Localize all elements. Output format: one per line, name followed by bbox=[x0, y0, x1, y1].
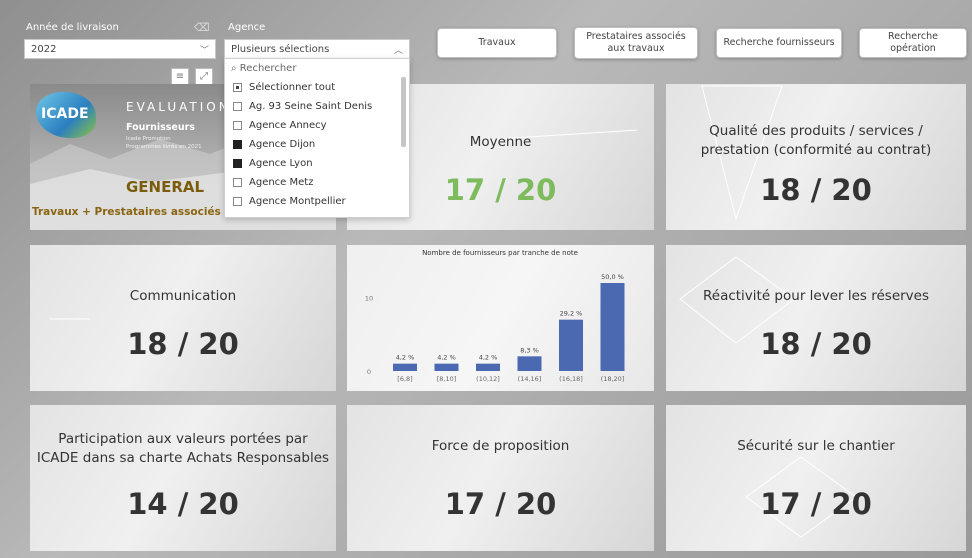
checkbox[interactable] bbox=[233, 196, 242, 206]
data-label: 8,3 % bbox=[520, 346, 539, 354]
checkbox[interactable] bbox=[233, 101, 242, 111]
bar bbox=[393, 363, 417, 371]
icade-logo-text: ICADE bbox=[41, 106, 89, 122]
agency-option-label: Ag. 93 Seine Saint Denis bbox=[249, 100, 373, 112]
checkbox[interactable] bbox=[233, 139, 242, 149]
agency-option[interactable]: Ag. 93 Seine Saint Denis bbox=[233, 98, 372, 114]
agency-select[interactable]: Plusieurs sélections ︿ bbox=[224, 39, 410, 59]
bar bbox=[517, 356, 542, 371]
x-tick-label: [8,10] bbox=[437, 375, 457, 383]
banner-general: GENERAL bbox=[126, 178, 205, 196]
agency-option[interactable]: Agence Metz bbox=[233, 174, 313, 190]
card-participation-score: 14 / 20 bbox=[127, 487, 239, 521]
x-tick-label: [6,8] bbox=[397, 375, 412, 383]
card-decoration bbox=[50, 318, 90, 320]
recherche-operation-button[interactable]: Recherche opération bbox=[859, 28, 967, 58]
card-securite-title: Sécurité sur le chantier bbox=[737, 438, 895, 454]
travaux-button[interactable]: Travaux bbox=[437, 28, 557, 58]
card-force-title: Force de proposition bbox=[431, 438, 570, 454]
x-tick-label: (10,12] bbox=[476, 375, 500, 383]
agency-search-placeholder: Rechercher bbox=[239, 63, 297, 74]
agency-option-label: Agence Montpellier bbox=[249, 195, 346, 207]
agency-option[interactable]: Sélectionner tout bbox=[233, 79, 335, 95]
checkbox[interactable] bbox=[233, 120, 242, 130]
agency-dropdown[interactable]: ⌕ Rechercher Sélectionner tout Ag. 93 Sei… bbox=[224, 58, 410, 218]
agency-filter-label: Agence bbox=[228, 22, 266, 33]
agency-option[interactable]: Agence Dijon bbox=[233, 136, 315, 152]
x-tick-label: (14,16] bbox=[518, 375, 542, 383]
chevron-down-icon: ﹀ bbox=[199, 46, 209, 56]
banner-fournisseurs: Fournisseurs bbox=[126, 122, 195, 133]
card-qualite: Qualité des produits / services / presta… bbox=[666, 84, 966, 230]
y-tick-label: 10 bbox=[365, 295, 373, 303]
bar bbox=[434, 363, 459, 371]
card-force: Force de proposition 17 / 20 bbox=[347, 405, 654, 551]
agency-option-label: Agence Dijon bbox=[249, 138, 316, 150]
year-select[interactable]: 2022 ﹀ bbox=[24, 39, 216, 59]
agency-option-label: Agence Annecy bbox=[249, 119, 327, 131]
card-communication-title: Communication bbox=[129, 288, 237, 304]
banner-sub2: Programmes livrés en 2021 bbox=[126, 144, 202, 150]
card-chart: Nombre de fournisseurs par tranche de no… bbox=[347, 245, 654, 391]
chart-title: Nombre de fournisseurs par tranche de no… bbox=[422, 249, 578, 257]
data-label: 4,2 % bbox=[396, 354, 415, 362]
card-securite-score: 17 / 20 bbox=[760, 487, 872, 521]
card-securite: Sécurité sur le chantier 17 / 20 bbox=[666, 405, 966, 551]
agency-option-label: Sélectionner tout bbox=[249, 81, 336, 93]
card-decoration bbox=[679, 256, 795, 344]
card-qualite-title: Qualité des produits / services / presta… bbox=[700, 123, 932, 158]
x-tick-label: (16,18] bbox=[559, 375, 583, 383]
card-qualite-score: 18 / 20 bbox=[760, 173, 872, 207]
agency-select-value: Plusieurs sélections bbox=[231, 44, 330, 55]
data-label: 50,0 % bbox=[601, 273, 624, 281]
prestataires-button[interactable]: Prestataires associés aux travaux bbox=[574, 27, 698, 59]
card-communication-score: 18 / 20 bbox=[127, 327, 239, 361]
eraser-icon[interactable]: ⌫ bbox=[194, 21, 210, 34]
card-participation-title: Participation aux valeurs portées par IC… bbox=[36, 431, 330, 466]
data-label: 4,2 % bbox=[479, 354, 498, 362]
y-tick-label: 0 bbox=[367, 368, 371, 376]
search-icon: ⌕ bbox=[231, 63, 237, 74]
card-decoration bbox=[745, 456, 857, 538]
x-tick-label: (18,20] bbox=[601, 375, 625, 383]
chevron-up-icon: ︿ bbox=[393, 46, 403, 56]
year-filter-label: Année de livraison bbox=[26, 22, 119, 33]
agency-search[interactable]: ⌕ Rechercher bbox=[231, 63, 296, 74]
checkbox[interactable] bbox=[233, 158, 242, 168]
data-label: 29,2 % bbox=[560, 310, 583, 318]
bar bbox=[476, 363, 500, 371]
card-force-score: 17 / 20 bbox=[444, 487, 557, 521]
card-reactivite: Réactivité pour lever les réserves 18 / … bbox=[666, 245, 966, 391]
dropdown-scrollbar[interactable] bbox=[401, 77, 406, 147]
agency-option[interactable]: Agence Montpellier bbox=[233, 193, 346, 209]
card-reactivite-title: Réactivité pour lever les réserves bbox=[702, 288, 930, 304]
bar bbox=[600, 283, 625, 371]
agency-option-label: Agence Lyon bbox=[249, 157, 313, 169]
agency-option[interactable]: Agence Annecy bbox=[233, 117, 327, 133]
recherche-fournisseurs-button[interactable]: Recherche fournisseurs bbox=[716, 28, 842, 58]
checkbox[interactable] bbox=[233, 177, 242, 187]
card-communication: Communication 18 / 20 bbox=[30, 245, 336, 391]
card-reactivite-score: 18 / 20 bbox=[760, 327, 872, 361]
bar bbox=[559, 319, 583, 371]
agency-option-label: Agence Metz bbox=[249, 176, 314, 188]
banner-evaluation: EVALUATION bbox=[126, 100, 231, 114]
agency-option[interactable]: Agence Lyon bbox=[233, 155, 313, 171]
data-label: 4,2 % bbox=[437, 354, 456, 362]
checkbox[interactable] bbox=[233, 82, 242, 92]
bar-chart: Nombre de fournisseurs par tranche de no… bbox=[365, 249, 625, 383]
year-select-value: 2022 bbox=[31, 44, 57, 55]
banner-scope: Travaux + Prestataires associés bbox=[32, 206, 221, 218]
card-participation: Participation aux valeurs portées par IC… bbox=[30, 405, 336, 551]
banner-sub1: Icade Promotion bbox=[126, 136, 171, 142]
